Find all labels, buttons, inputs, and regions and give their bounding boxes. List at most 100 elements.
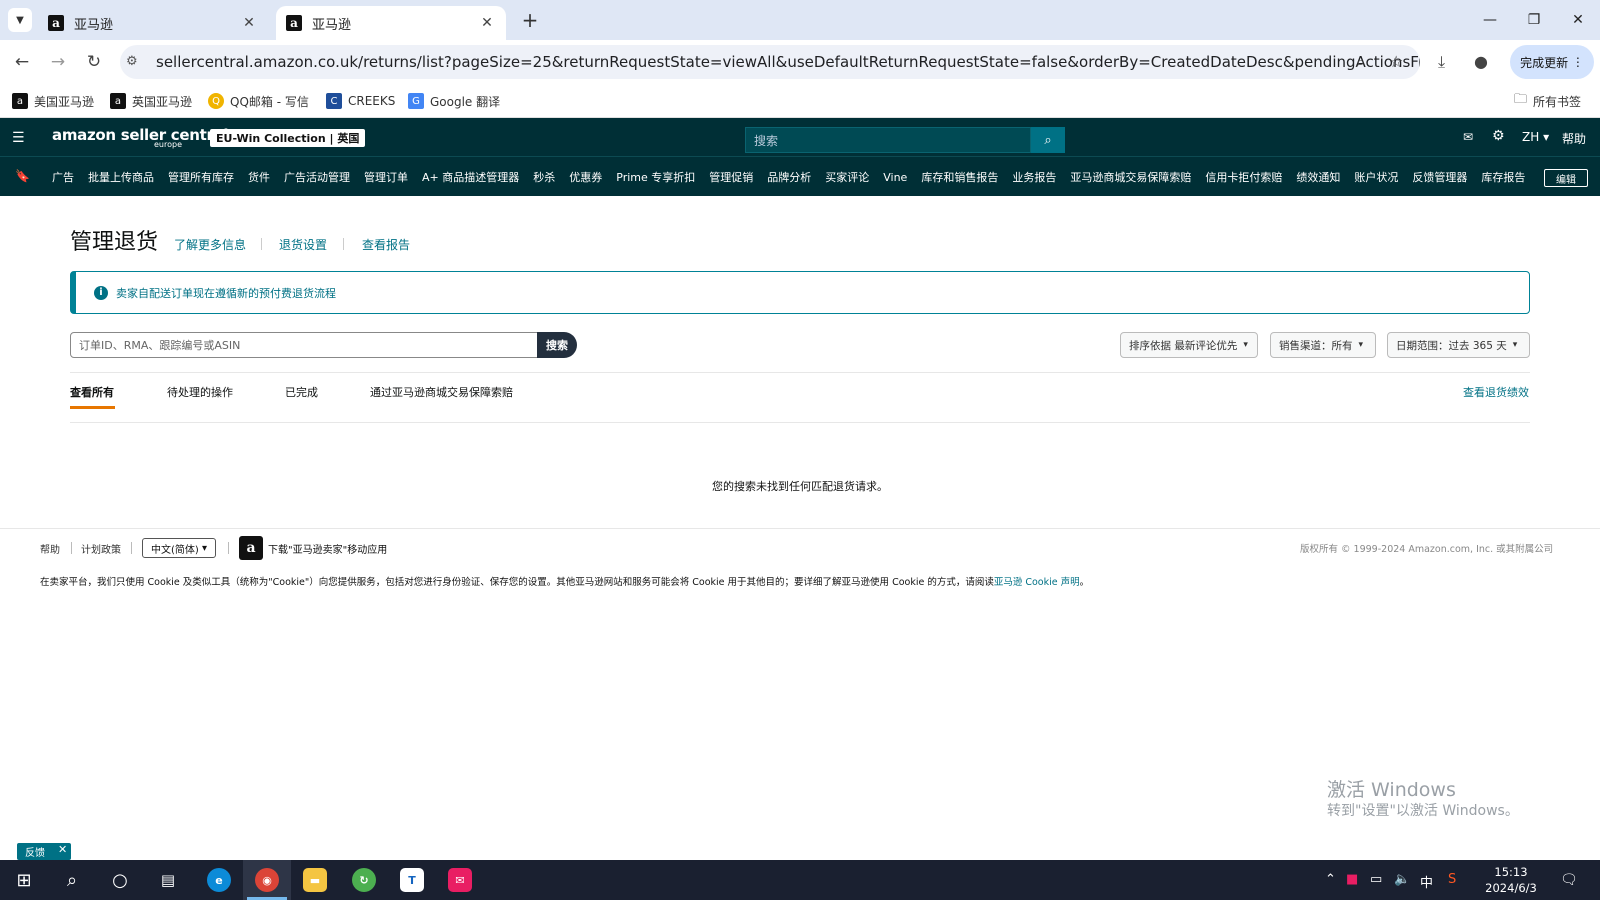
footer-policy-link[interactable]: 计划政策 bbox=[81, 541, 121, 556]
tab-completed[interactable]: 已完成 bbox=[285, 384, 318, 400]
nav-item[interactable]: 亚马逊商城交易保障索赔 bbox=[1070, 169, 1191, 185]
nav-item[interactable]: 买家评论 bbox=[825, 169, 869, 185]
nav-item[interactable]: 品牌分析 bbox=[767, 169, 811, 185]
bookmark-item[interactable]: C CREEKS bbox=[326, 92, 395, 110]
store-selector[interactable]: EU-Win Collection | 英国 bbox=[210, 129, 366, 147]
date-range-dropdown[interactable]: 日期范围：过去 365 天 ▾ bbox=[1387, 332, 1530, 358]
nav-item[interactable]: 库存和销售报告 bbox=[921, 169, 998, 185]
file-explorer-icon[interactable]: ▬ bbox=[303, 868, 327, 892]
bookmark-item[interactable]: G Google 翻译 bbox=[408, 92, 500, 110]
help-link[interactable]: 帮助 bbox=[1562, 130, 1586, 147]
site-settings-icon[interactable]: ⚙ bbox=[126, 54, 138, 69]
tab-list-chevron-icon[interactable]: ▼ bbox=[8, 8, 32, 32]
hamburger-menu-icon[interactable]: ☰ bbox=[12, 130, 25, 146]
nav-item[interactable]: 广告活动管理 bbox=[284, 169, 350, 185]
tab-pending-actions[interactable]: 待处理的操作 bbox=[167, 384, 233, 400]
browser-tab[interactable]: a 亚马逊 ✕ bbox=[38, 6, 268, 40]
download-icon[interactable]: ⤓ bbox=[1438, 52, 1445, 72]
returns-search-input[interactable]: 订单ID、RMA、跟踪编号或ASIN bbox=[70, 332, 538, 358]
task-view-icon[interactable]: ▤ bbox=[144, 860, 192, 900]
edge-browser-icon[interactable]: e bbox=[207, 868, 231, 892]
nav-item[interactable]: 货件 bbox=[248, 169, 270, 185]
volume-icon[interactable]: 🔈 bbox=[1394, 872, 1410, 887]
channel-dropdown[interactable]: 销售渠道：所有 ▾ bbox=[1270, 332, 1376, 358]
nav-bookmark-icon[interactable]: 🔖 bbox=[15, 169, 30, 183]
tab-a-to-z-claims[interactable]: 通过亚马逊商城交易保障索赔 bbox=[370, 384, 513, 400]
new-tab-plus-icon[interactable]: + bbox=[518, 8, 542, 32]
tray-app-icon[interactable]: ■ bbox=[1346, 872, 1358, 887]
cortana-icon[interactable]: ○ bbox=[96, 860, 144, 900]
tray-expand-icon[interactable]: ⌃ bbox=[1325, 872, 1336, 887]
gear-icon[interactable]: ⚙ bbox=[1492, 128, 1505, 144]
close-tab-icon[interactable]: ✕ bbox=[240, 15, 258, 31]
zoom-search-icon[interactable]: ⌕ bbox=[1356, 52, 1365, 72]
footer-help-link[interactable]: 帮助 bbox=[40, 541, 60, 556]
nav-item[interactable]: 优惠券 bbox=[569, 169, 602, 185]
forward-arrow-icon[interactable]: → bbox=[44, 48, 72, 76]
close-tab-icon[interactable]: ✕ bbox=[478, 15, 496, 31]
footer-language-select[interactable]: 中文(简体) ▾ bbox=[142, 538, 216, 558]
seller-central-logo[interactable]: amazon seller central bbox=[52, 126, 229, 144]
divider bbox=[343, 238, 344, 250]
bookmark-item[interactable]: a 美国亚马逊 bbox=[12, 92, 94, 110]
qq-mail-icon: Q bbox=[208, 93, 224, 109]
search-icon[interactable]: ⌕ bbox=[1031, 127, 1065, 153]
view-return-performance-link[interactable]: 查看退货绩效 bbox=[1463, 384, 1529, 400]
download-app-link[interactable]: 下载"亚马逊卖家"移动应用 bbox=[268, 541, 387, 556]
browser-tab-active[interactable]: a 亚马逊 ✕ bbox=[276, 6, 506, 40]
nav-item[interactable]: A+ 商品描述管理器 bbox=[422, 169, 519, 185]
nav-item[interactable]: 反馈管理器 bbox=[1412, 169, 1467, 185]
nav-item[interactable]: 业务报告 bbox=[1012, 169, 1056, 185]
sort-dropdown[interactable]: 排序依据 最新评论优先 ▾ bbox=[1120, 332, 1258, 358]
nav-item[interactable]: 账户状况 bbox=[1354, 169, 1398, 185]
address-bar[interactable]: sellercentral.amazon.co.uk/returns/list?… bbox=[120, 45, 1420, 79]
learn-more-link[interactable]: 了解更多信息 bbox=[174, 236, 246, 253]
cookie-policy-link[interactable]: 亚马逊 Cookie 声明 bbox=[994, 577, 1080, 588]
minimize-icon[interactable]: — bbox=[1470, 6, 1510, 34]
nav-item[interactable]: 绩效通知 bbox=[1296, 169, 1340, 185]
nav-item[interactable]: 信用卡拒付索赔 bbox=[1205, 169, 1282, 185]
all-bookmarks[interactable]: 🗀 所有书签 bbox=[1514, 92, 1581, 110]
nav-item[interactable]: 管理所有库存 bbox=[168, 169, 234, 185]
close-window-icon[interactable]: ✕ bbox=[1558, 6, 1598, 34]
bookmark-item[interactable]: Q QQ邮箱 - 写信 bbox=[208, 92, 309, 110]
app-green-icon[interactable]: ↻ bbox=[352, 868, 376, 892]
amazon-icon: a bbox=[110, 93, 126, 109]
notification-center-icon[interactable]: 🗨 bbox=[1560, 872, 1578, 888]
nav-item[interactable]: 批量上传商品 bbox=[88, 169, 154, 185]
ime-indicator[interactable]: 中 bbox=[1420, 872, 1433, 891]
edit-nav-button[interactable]: 编辑 bbox=[1544, 169, 1588, 187]
nav-item[interactable]: 管理订单 bbox=[364, 169, 408, 185]
reload-icon[interactable]: ↻ bbox=[80, 48, 108, 76]
header-search-input[interactable]: 搜索 bbox=[745, 127, 1031, 153]
restore-icon[interactable]: ❐ bbox=[1514, 6, 1554, 34]
chrome-browser-icon[interactable]: ◉ bbox=[255, 868, 279, 892]
folder-icon: 🗀 bbox=[1514, 92, 1528, 107]
update-button[interactable]: 完成更新 ⋮ bbox=[1510, 45, 1594, 79]
network-icon[interactable]: ▭ bbox=[1370, 872, 1382, 887]
close-feedback-icon[interactable]: ✕ bbox=[58, 843, 67, 856]
windows-start-icon[interactable]: ⊞ bbox=[0, 860, 48, 900]
nav-item[interactable]: Vine bbox=[883, 171, 907, 184]
view-report-link[interactable]: 查看报告 bbox=[362, 236, 410, 253]
search-button[interactable]: 搜索 bbox=[537, 332, 577, 358]
language-selector[interactable]: ZH ▾ bbox=[1522, 130, 1549, 144]
app-blue-icon[interactable]: T bbox=[400, 868, 424, 892]
seller-app-icon[interactable]: a bbox=[239, 536, 263, 560]
back-arrow-icon[interactable]: ← bbox=[8, 48, 36, 76]
nav-item[interactable]: 广告 bbox=[52, 169, 74, 185]
nav-item[interactable]: 秒杀 bbox=[533, 169, 555, 185]
search-icon[interactable]: ⌕ bbox=[48, 860, 96, 900]
bookmark-item[interactable]: a 英国亚马逊 bbox=[110, 92, 192, 110]
return-settings-link[interactable]: 退货设置 bbox=[279, 236, 327, 253]
tab-view-all[interactable]: 查看所有 bbox=[70, 384, 114, 400]
nav-item[interactable]: 库存报告 bbox=[1481, 169, 1525, 185]
nav-item[interactable]: 管理促销 bbox=[709, 169, 753, 185]
bookmark-star-icon[interactable]: ☆ bbox=[1389, 52, 1403, 71]
mail-icon[interactable]: ✉ bbox=[1463, 130, 1473, 144]
nav-item[interactable]: Prime 专享折扣 bbox=[616, 169, 695, 185]
profile-icon[interactable]: ● bbox=[1474, 52, 1488, 71]
app-pink-icon[interactable]: ✉ bbox=[448, 868, 472, 892]
system-clock[interactable]: 15:13 2024/6/3 bbox=[1476, 864, 1546, 896]
sogou-ime-icon[interactable]: S bbox=[1448, 872, 1456, 887]
